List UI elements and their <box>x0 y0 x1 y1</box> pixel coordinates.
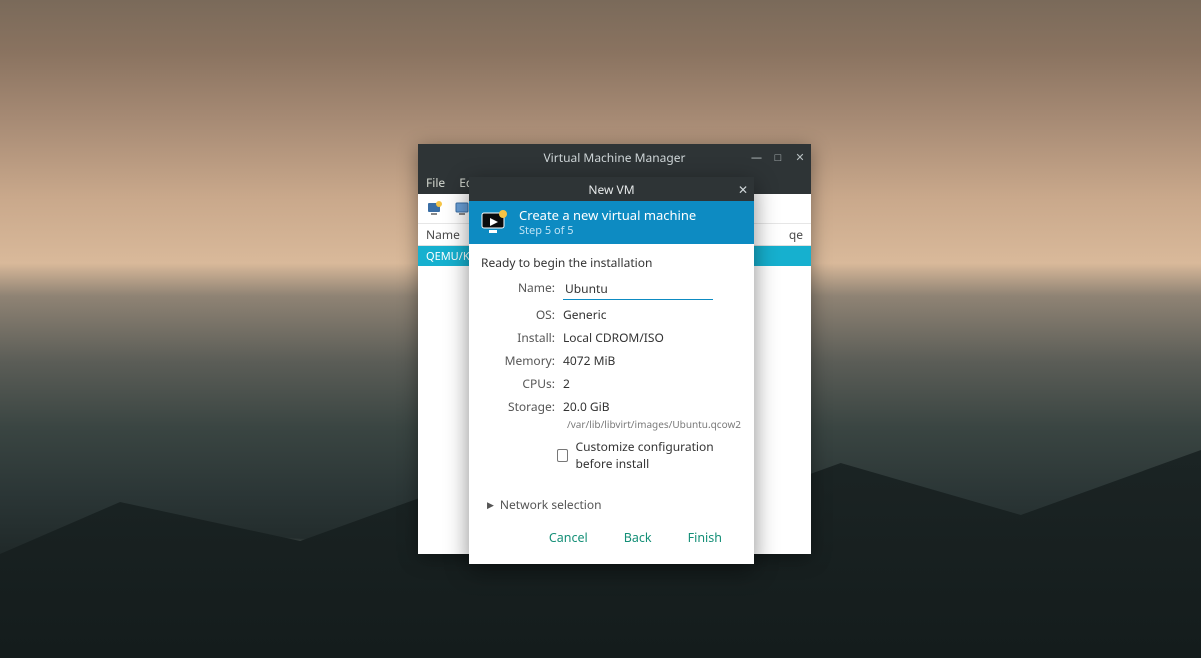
new-vm-dialog: New VM ✕ Create a new virtual machine St… <box>469 177 754 564</box>
chevron-right-icon: ▶ <box>487 498 494 511</box>
customize-checkbox[interactable] <box>557 449 568 462</box>
vmm-titlebar-controls: — □ ✕ <box>751 144 805 170</box>
label-memory: Memory: <box>499 352 555 369</box>
value-install: Local CDROM/ISO <box>563 329 742 346</box>
vmm-window-title: Virtual Machine Manager <box>543 149 685 166</box>
network-selection-label: Network selection <box>500 496 602 513</box>
customize-label: Customize configuration before install <box>576 438 742 472</box>
back-button[interactable]: Back <box>624 529 652 546</box>
network-selection-expander[interactable]: ▶ Network selection <box>487 496 742 513</box>
finish-button[interactable]: Finish <box>688 529 722 546</box>
vm-monitor-icon <box>479 208 509 238</box>
dialog-header-step: Step 5 of 5 <box>519 223 696 238</box>
label-storage: Storage: <box>499 398 555 432</box>
cancel-button[interactable]: Cancel <box>549 529 588 546</box>
customize-row: Customize configuration before install <box>557 438 742 472</box>
new-vm-dialog-header-text: Create a new virtual machine Step 5 of 5 <box>519 207 696 238</box>
new-vm-dialog-body: Ready to begin the installation Name: OS… <box>469 244 754 564</box>
maximize-icon[interactable]: □ <box>773 152 783 163</box>
summary-grid: Name: OS: Generic Install: Local CDROM/I… <box>499 279 742 432</box>
label-os: OS: <box>499 306 555 323</box>
close-icon[interactable]: ✕ <box>738 177 748 201</box>
new-vm-dialog-titlebar[interactable]: New VM ✕ <box>469 177 754 201</box>
value-memory: 4072 MiB <box>563 352 742 369</box>
close-icon[interactable]: ✕ <box>795 152 805 163</box>
dialog-actions: Cancel Back Finish <box>481 523 742 560</box>
menu-file[interactable]: File <box>426 174 445 191</box>
new-vm-dialog-header: Create a new virtual machine Step 5 of 5 <box>469 201 754 244</box>
value-cpus: 2 <box>563 375 742 392</box>
new-vm-toolbar-icon[interactable] <box>426 200 444 218</box>
ready-text: Ready to begin the installation <box>481 254 742 271</box>
value-storage: 20.0 GiB /var/lib/libvirt/images/Ubuntu.… <box>563 398 742 432</box>
column-name[interactable]: Name <box>426 226 460 243</box>
vmm-titlebar[interactable]: Virtual Machine Manager — □ ✕ <box>418 144 811 170</box>
new-vm-dialog-title: New VM <box>588 181 634 198</box>
vm-name-input[interactable] <box>563 279 713 300</box>
label-install: Install: <box>499 329 555 346</box>
storage-size: 20.0 GiB <box>563 398 610 415</box>
label-cpus: CPUs: <box>499 375 555 392</box>
label-name: Name: <box>499 279 555 300</box>
value-os: Generic <box>563 306 742 323</box>
column-usage-fragment[interactable]: qe <box>789 226 803 243</box>
storage-path: /var/lib/libvirt/images/Ubuntu.qcow2 <box>567 417 741 431</box>
dialog-header-title: Create a new virtual machine <box>519 207 696 223</box>
value-name <box>563 279 742 300</box>
minimize-icon[interactable]: — <box>751 152 761 163</box>
